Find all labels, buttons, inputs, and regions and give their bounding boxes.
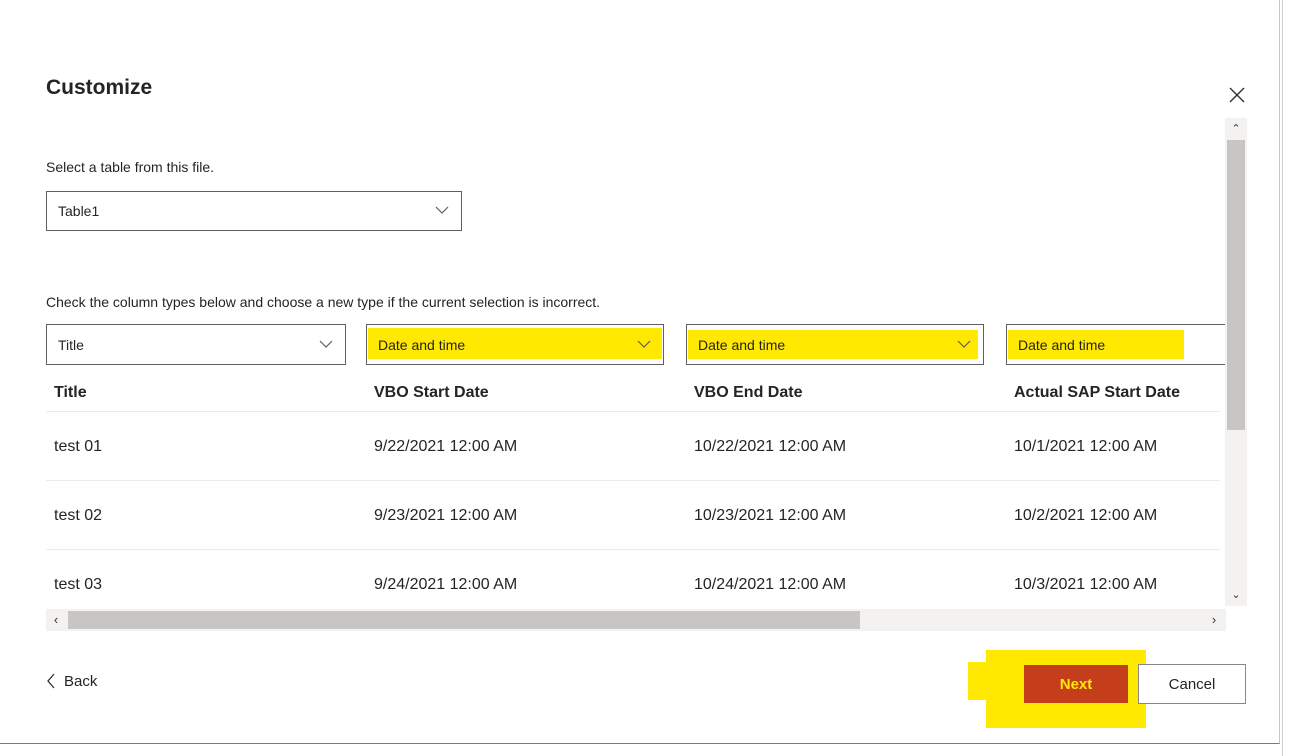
scroll-down-icon[interactable]: ⌄: [1225, 588, 1247, 601]
column-type-select-actual-sap-start-date[interactable]: Date and time: [1006, 324, 1226, 365]
vertical-scrollbar[interactable]: ⌃ ⌄: [1225, 118, 1247, 606]
table-cell: test 03: [54, 576, 103, 593]
close-icon[interactable]: [1226, 84, 1248, 106]
table-cell: test 02: [54, 507, 103, 524]
column-type-select-title[interactable]: Title: [46, 324, 346, 365]
chevron-down-icon: [319, 340, 333, 348]
row-divider: [46, 480, 1220, 481]
chevron-left-icon: [47, 673, 55, 689]
table-cell: 10/2/2021 12:00 AM: [1014, 507, 1158, 524]
column-type-value: Date and time: [1018, 336, 1106, 353]
column-type-select-vbo-start-date[interactable]: Date and time: [366, 324, 664, 365]
table-cell: 9/24/2021 12:00 AM: [374, 576, 518, 593]
horizontal-scrollbar[interactable]: ‹ ›: [46, 609, 1226, 631]
column-types-prompt-label: Check the column types below and choose …: [46, 294, 601, 310]
column-header: VBO End Date: [694, 384, 803, 401]
table-cell: 10/1/2021 12:00 AM: [1014, 438, 1158, 455]
background-page-edge: [1282, 0, 1303, 756]
chevron-down-icon: [435, 206, 449, 214]
row-divider: [46, 411, 1220, 412]
table-cell: 10/24/2021 12:00 AM: [694, 576, 847, 593]
table-cell: 10/23/2021 12:00 AM: [694, 507, 847, 524]
column-type-value: Date and time: [698, 336, 786, 353]
column-type-select-vbo-end-date[interactable]: Date and time: [686, 324, 984, 365]
back-button[interactable]: Back: [46, 673, 97, 690]
cancel-button[interactable]: Cancel: [1138, 664, 1246, 704]
scroll-right-icon[interactable]: ›: [1204, 609, 1224, 631]
scroll-left-icon[interactable]: ‹: [46, 609, 66, 631]
column-header: Title: [54, 384, 87, 401]
customize-dialog: Customize Select a table from this file.…: [0, 0, 1280, 744]
chevron-down-icon: [957, 340, 971, 348]
column-header: VBO Start Date: [374, 384, 489, 401]
next-button[interactable]: Next: [1024, 665, 1128, 703]
vertical-scroll-thumb[interactable]: [1227, 140, 1245, 430]
table-cell: 9/22/2021 12:00 AM: [374, 438, 518, 455]
column-type-value: Title: [58, 336, 84, 353]
horizontal-scroll-thumb[interactable]: [68, 611, 860, 629]
table-prompt-label: Select a table from this file.: [46, 159, 215, 175]
table-select-value: Table1: [58, 203, 100, 219]
column-header: Actual SAP Start Date: [1014, 384, 1180, 401]
table-select[interactable]: Table1: [46, 191, 462, 231]
chevron-down-icon: [637, 340, 651, 348]
table-cell: 10/22/2021 12:00 AM: [694, 438, 847, 455]
table-cell: test 01: [54, 438, 103, 455]
back-label: Back: [64, 673, 98, 690]
table-cell: 9/23/2021 12:00 AM: [374, 507, 518, 524]
table-cell: 10/3/2021 12:00 AM: [1014, 576, 1158, 593]
scroll-up-icon[interactable]: ⌃: [1225, 122, 1247, 135]
column-type-value: Date and time: [378, 336, 466, 353]
dialog-title: Customize: [46, 76, 153, 99]
row-divider: [46, 549, 1220, 550]
